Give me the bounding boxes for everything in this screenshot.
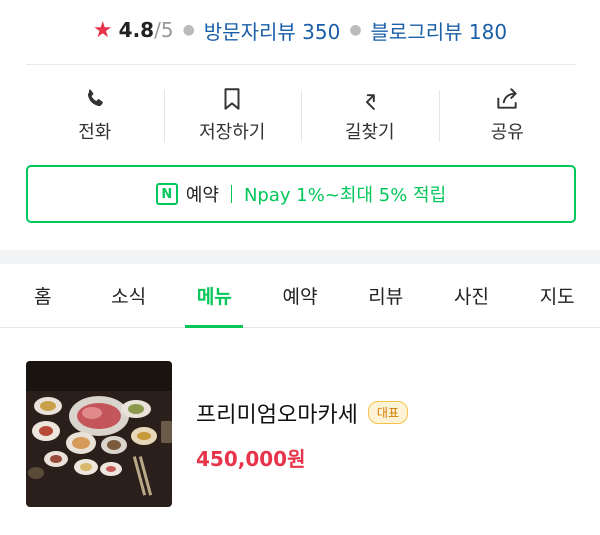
menu-name: 프리미엄오마카세 bbox=[196, 402, 358, 428]
npay-promo-text: Npay 1%~최대 5% 적립 bbox=[243, 185, 447, 206]
signature-badge: 대표 bbox=[367, 401, 409, 424]
call-button[interactable]: 전화 bbox=[26, 80, 164, 150]
reservation-separator bbox=[230, 185, 232, 203]
reservation-button[interactable]: N 예약 Npay 1%~최대 5% 적립 bbox=[26, 165, 576, 223]
tab-bar: 홈 소식 메뉴 예약 리뷰 사진 지도 bbox=[0, 264, 600, 328]
save-label: 저장하기 bbox=[199, 122, 266, 143]
tab-reviews[interactable]: 리뷰 bbox=[343, 264, 429, 327]
tab-menu[interactable]: 메뉴 bbox=[171, 264, 257, 328]
separator-dot: ● bbox=[349, 22, 362, 38]
rating-max: /5 bbox=[154, 18, 174, 42]
action-bar: 전화 저장하기 길찾기 공유 bbox=[26, 80, 576, 150]
star-icon: ★ bbox=[92, 17, 113, 43]
call-label: 전화 bbox=[78, 122, 112, 143]
separator-dot: ● bbox=[182, 22, 195, 38]
share-button[interactable]: 공유 bbox=[438, 80, 577, 150]
share-label: 공유 bbox=[490, 122, 524, 143]
share-icon bbox=[497, 88, 517, 109]
directions-icon bbox=[365, 94, 375, 110]
place-title-cut bbox=[0, 0, 600, 14]
tab-reservation[interactable]: 예약 bbox=[257, 264, 343, 327]
phone-icon bbox=[87, 89, 103, 107]
directions-button[interactable]: 길찾기 bbox=[301, 80, 439, 150]
menu-info: 프리미엄오마카세 대표 450,000원 bbox=[196, 397, 409, 472]
tab-map[interactable]: 지도 bbox=[514, 264, 600, 327]
tab-home[interactable]: 홈 bbox=[0, 264, 86, 327]
blog-reviews-link[interactable]: 블로그리뷰 180 bbox=[371, 16, 508, 45]
directions-label: 길찾기 bbox=[344, 122, 395, 143]
tab-photos[interactable]: 사진 bbox=[429, 264, 515, 327]
rating-score: 4.8 bbox=[118, 18, 155, 42]
rating-row: ★ 4.8 /5 ● 방문자리뷰 350 ● 블로그리뷰 180 bbox=[0, 14, 600, 46]
naver-booking-icon: N bbox=[155, 183, 178, 205]
menu-price: 450,000원 bbox=[196, 446, 306, 471]
menu-name-row: 프리미엄오마카세 대표 bbox=[196, 397, 409, 429]
save-button[interactable]: 저장하기 bbox=[163, 80, 302, 150]
reservation-label: 예약 bbox=[185, 185, 219, 206]
bookmark-icon bbox=[224, 88, 240, 110]
menu-item[interactable]: 프리미엄오마카세 대표 450,000원 bbox=[26, 360, 576, 508]
divider bbox=[26, 64, 576, 65]
tab-news[interactable]: 소식 bbox=[86, 264, 172, 327]
section-spacer bbox=[0, 250, 600, 264]
menu-photo[interactable] bbox=[26, 361, 172, 507]
visitor-reviews-link[interactable]: 방문자리뷰 350 bbox=[204, 16, 341, 45]
